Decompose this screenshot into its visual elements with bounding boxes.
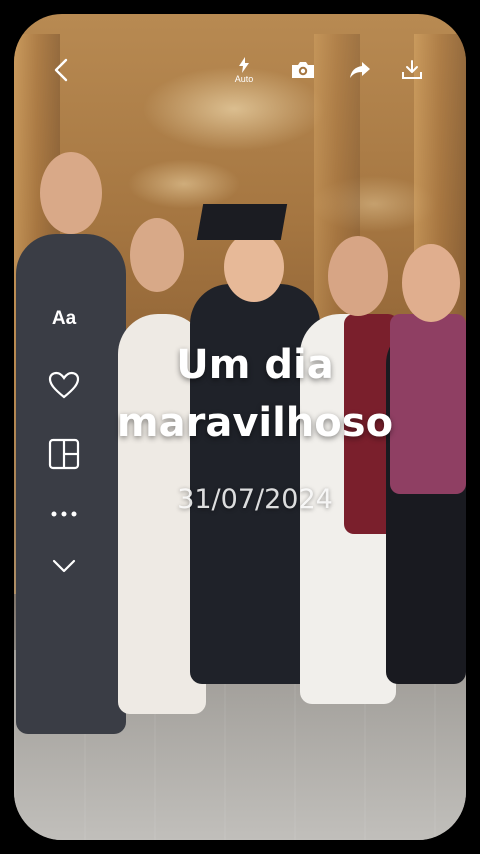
person-girl-head [130, 218, 184, 292]
download-icon[interactable] [398, 50, 426, 90]
top-toolbar: Auto [0, 50, 480, 90]
overlay-date[interactable]: 31/07/2024 [120, 484, 390, 515]
person-woman-glasses-head [402, 244, 460, 322]
flash-auto-icon[interactable]: Auto [228, 50, 260, 90]
text-style-button[interactable]: Aa [38, 304, 90, 334]
more-icon[interactable] [38, 504, 90, 524]
flash-auto-label: Auto [234, 73, 254, 84]
person-man-head [40, 152, 102, 234]
text-style-label: Aa [51, 308, 77, 329]
graduation-cap [196, 204, 288, 240]
chevron-down-icon[interactable] [38, 556, 90, 576]
person-graduate-head [224, 232, 284, 302]
share-icon[interactable] [346, 50, 374, 90]
overlay-title[interactable]: Um dia maravilhoso [70, 336, 440, 452]
person-woman-head [328, 236, 388, 316]
back-arrow-icon[interactable] [48, 50, 74, 90]
camera-icon[interactable] [288, 50, 318, 90]
